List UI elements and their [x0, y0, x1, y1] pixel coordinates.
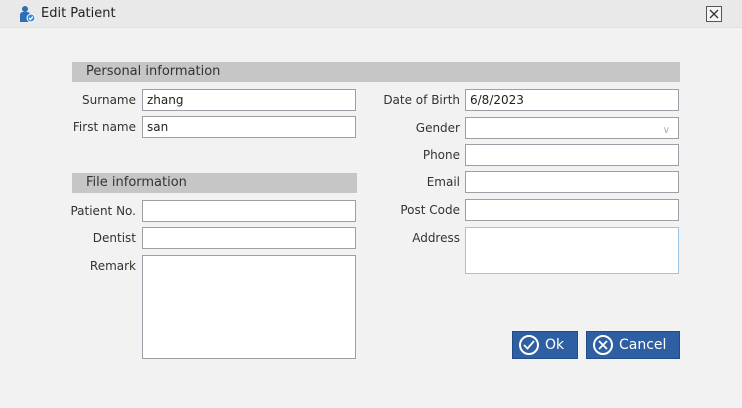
patient-user-icon: [20, 6, 36, 23]
check-circle-icon: [519, 335, 539, 355]
dentist-label: Dentist: [92, 231, 136, 245]
phone-field[interactable]: [465, 144, 679, 166]
patientno-field[interactable]: [142, 200, 356, 222]
firstname-label: First name: [72, 120, 136, 134]
cancel-button[interactable]: Cancel: [586, 331, 680, 359]
chevron-down-icon: ∨: [662, 125, 670, 136]
patientno-label: Patient No.: [70, 204, 136, 218]
gender-label: Gender: [415, 121, 460, 135]
file-info-header: File information: [72, 173, 357, 193]
dob-field[interactable]: 6/8/2023: [465, 89, 679, 111]
x-circle-icon: [593, 335, 613, 355]
close-button[interactable]: [706, 6, 722, 22]
postcode-field[interactable]: [465, 199, 679, 221]
dialog-body: Personal information Surname zhang First…: [0, 29, 742, 408]
close-icon: [709, 9, 719, 19]
surname-label: Surname: [82, 93, 136, 107]
dob-label: Date of Birth: [383, 93, 460, 107]
ok-label: Ok: [545, 337, 565, 353]
title-bar: Edit Patient: [0, 0, 742, 28]
phone-label: Phone: [422, 148, 460, 162]
ok-button[interactable]: Ok: [512, 331, 578, 359]
remark-field[interactable]: [142, 255, 356, 359]
gender-select[interactable]: ∨: [465, 117, 679, 139]
cancel-label: Cancel: [619, 337, 667, 353]
remark-label: Remark: [89, 259, 136, 273]
personal-info-header: Personal information: [72, 62, 680, 82]
email-field[interactable]: [465, 171, 679, 193]
dentist-field[interactable]: [142, 227, 356, 249]
address-field[interactable]: [465, 227, 679, 274]
window-title: Edit Patient: [41, 6, 116, 21]
